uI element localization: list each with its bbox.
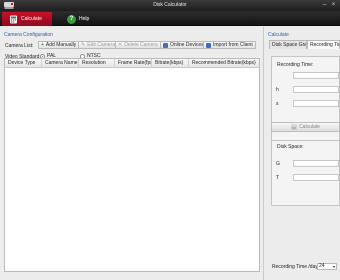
column-camera-name[interactable]: Camera Name xyxy=(42,59,79,68)
window-title: Disk Calculator xyxy=(153,2,187,8)
disk-space-input-2[interactable] xyxy=(293,174,339,181)
app-disk-icon xyxy=(4,2,14,9)
delete-icon: ✕ xyxy=(118,42,123,48)
recording-time-per-day-label: Recording Time /day xyxy=(272,264,318,270)
recording-time-per-day-select[interactable]: 24 ▾ xyxy=(317,263,337,270)
edit-camera-label: Edit Camera xyxy=(87,42,115,48)
online-devices-button[interactable]: Online Devices xyxy=(160,41,207,49)
recording-time-input-1[interactable] xyxy=(293,72,339,79)
recording-time-label: Recording Time: xyxy=(277,62,314,68)
disk-space-input-1[interactable] xyxy=(293,160,339,167)
tab-recording-time[interactable]: Recording Time xyxy=(307,40,340,49)
import-icon xyxy=(206,42,211,48)
help-icon: ? xyxy=(67,14,76,24)
add-manually-label: Add Manually xyxy=(45,42,77,48)
calculator-icon xyxy=(10,15,17,23)
camera-list-label: Camera List: xyxy=(5,43,34,49)
tab-help[interactable]: ? Help xyxy=(60,12,110,26)
camera-configuration-panel: Camera Configuration Camera List: + Add … xyxy=(0,27,264,280)
disk-space-group: Disk Space: G T xyxy=(271,140,340,206)
column-resolution[interactable]: Resolution xyxy=(79,59,115,68)
calculate-title: Calculate xyxy=(268,32,289,38)
column-recommended-bitrate[interactable]: Recommended Bitrate(kbps) xyxy=(189,59,259,68)
tab-disk-space-given[interactable]: Disk Space Given xyxy=(269,40,307,49)
edit-icon: ✎ xyxy=(81,42,86,48)
tab-calculate-label: Calculate xyxy=(21,16,42,22)
add-manually-button[interactable]: + Add Manually xyxy=(38,41,80,49)
title-bar: Disk Calculator – × xyxy=(0,0,340,11)
tab-calculate[interactable]: Calculate xyxy=(2,12,52,26)
unit-g-label: G xyxy=(276,161,280,167)
column-frame-rate[interactable]: Frame Rate(fps) xyxy=(115,59,152,68)
unit-h-label: h xyxy=(276,87,279,93)
online-devices-label: Online Devices xyxy=(170,42,204,48)
devices-icon xyxy=(163,42,168,48)
close-button[interactable]: × xyxy=(330,2,337,8)
add-icon: + xyxy=(41,42,44,48)
chevron-down-icon: ▾ xyxy=(332,264,335,269)
calculator-small-icon xyxy=(291,124,297,130)
import-from-client-button[interactable]: Import from Client xyxy=(203,41,256,49)
camera-table-header: Device Type Camera Name Resolution Frame… xyxy=(5,59,259,68)
calculate-button-label: Calculate xyxy=(299,124,320,130)
tab-help-label: Help xyxy=(79,16,90,22)
recording-time-input-3[interactable] xyxy=(293,100,339,107)
delete-camera-button[interactable]: ✕ Delete Camera xyxy=(115,41,161,49)
column-device-type[interactable]: Device Type xyxy=(5,59,42,68)
minimize-button[interactable]: – xyxy=(321,2,328,8)
calculate-button[interactable]: Calculate xyxy=(271,122,340,132)
disk-space-label: Disk Space: xyxy=(277,144,304,150)
delete-camera-label: Delete Camera xyxy=(124,42,158,48)
calculate-panel: Calculate Disk Space Given Recording Tim… xyxy=(265,27,340,280)
edit-camera-button[interactable]: ✎ Edit Camera xyxy=(78,41,118,49)
camera-config-title: Camera Configuration xyxy=(4,32,53,38)
column-bitrate[interactable]: Bitrate(kbps) xyxy=(152,59,189,68)
unit-t-label: T xyxy=(276,175,280,181)
import-from-client-label: Import from Client xyxy=(213,42,253,48)
camera-table: Device Type Camera Name Resolution Frame… xyxy=(4,58,260,272)
unit-s-label: s xyxy=(276,101,279,107)
main-toolbar: Calculate ? Help xyxy=(0,11,340,26)
recording-time-input-2[interactable] xyxy=(293,86,339,93)
recording-time-per-day-value: 24 xyxy=(319,263,325,269)
